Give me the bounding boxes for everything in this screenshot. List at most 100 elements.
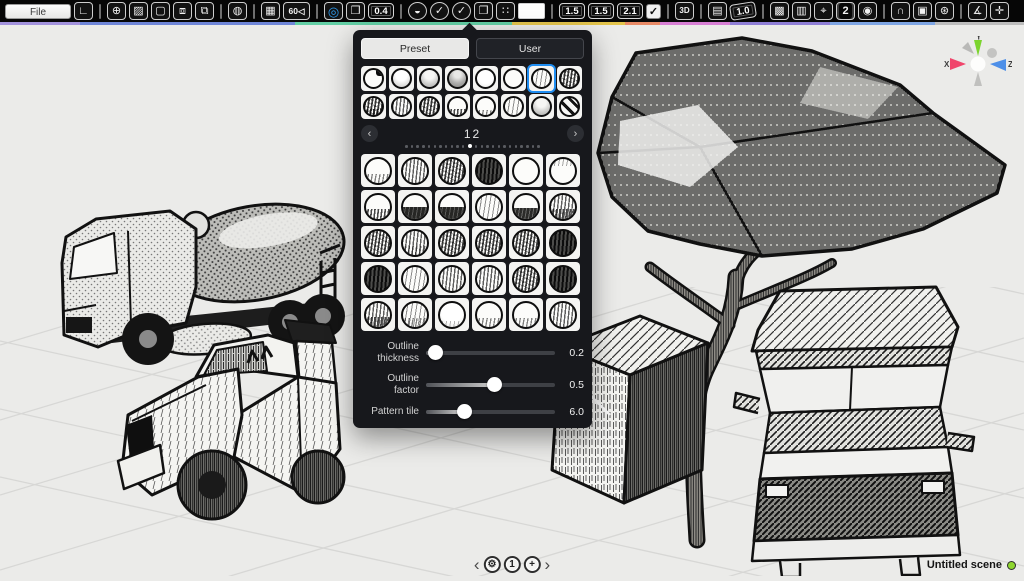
bevel-value-field[interactable]: 0.4 <box>368 3 394 19</box>
scene-settings-button[interactable]: ⚙ <box>484 556 501 573</box>
material-variant-swatch[interactable] <box>509 262 543 295</box>
page-dot[interactable] <box>475 145 478 148</box>
grid-display-icon[interactable]: ▦ <box>261 2 280 20</box>
draw-surface-icon[interactable]: ▨ <box>129 2 148 20</box>
tab-user[interactable]: User <box>476 38 584 59</box>
scene-add-button[interactable]: + <box>524 556 541 573</box>
image-export-icon[interactable]: ▣ <box>913 2 932 20</box>
page-dot[interactable] <box>416 145 419 148</box>
axis-x-cone[interactable] <box>950 58 966 70</box>
material-variant-swatch[interactable] <box>361 190 395 223</box>
material-variant-swatch[interactable] <box>398 154 432 187</box>
material-variant-swatch[interactable] <box>435 226 469 259</box>
material-variant-swatch[interactable] <box>361 226 395 259</box>
fullscreen-icon[interactable]: ✛ <box>990 2 1009 20</box>
material-variant-swatch[interactable] <box>509 226 543 259</box>
page-dot[interactable] <box>428 145 431 148</box>
page-dot[interactable] <box>498 145 501 148</box>
plot-axes-icon[interactable]: ∟ <box>74 2 93 20</box>
page-dot[interactable] <box>411 145 414 148</box>
cube-view-icon[interactable]: ❒ <box>346 2 365 20</box>
material-category-swatch[interactable] <box>501 94 526 119</box>
material-variant-swatch[interactable] <box>361 298 395 331</box>
material-variant-swatch[interactable] <box>509 298 543 331</box>
material-category-swatch[interactable] <box>529 94 554 119</box>
clipboard-3d-icon[interactable]: 3D <box>675 2 694 20</box>
page-dot[interactable] <box>492 145 495 148</box>
material-variant-swatch[interactable] <box>472 226 506 259</box>
material-variant-swatch[interactable] <box>509 190 543 223</box>
material-variant-swatch[interactable] <box>398 226 432 259</box>
page-dot[interactable] <box>468 144 472 148</box>
keyframe-grid-icon[interactable]: ▥ <box>792 2 811 20</box>
material-category-swatch[interactable] <box>557 94 582 119</box>
material-variant-swatch[interactable] <box>472 262 506 295</box>
page-dot[interactable] <box>537 145 540 148</box>
material-variant-swatch[interactable] <box>435 298 469 331</box>
page-dot[interactable] <box>439 145 442 148</box>
box-truck-object[interactable] <box>734 287 974 576</box>
material-variant-swatch[interactable] <box>472 154 506 187</box>
material-category-swatch[interactable] <box>389 66 414 91</box>
frame-counter-icon[interactable]: 2 <box>836 2 855 20</box>
line-width-field[interactable]: 1.5 <box>559 3 585 19</box>
material-variant-swatch[interactable] <box>546 262 580 295</box>
material-variant-swatch[interactable] <box>546 190 580 223</box>
file-menu-button[interactable]: File <box>5 4 71 19</box>
page-prev-button[interactable]: ‹ <box>361 125 378 142</box>
material-category-swatch[interactable] <box>529 66 554 91</box>
material-variant-swatch[interactable] <box>509 154 543 187</box>
page-dot[interactable] <box>456 145 459 148</box>
render-camera-icon[interactable]: ◉ <box>858 2 877 20</box>
material-variant-swatch[interactable] <box>361 262 395 295</box>
page-dot[interactable] <box>462 145 465 148</box>
material-category-swatch[interactable] <box>361 66 386 91</box>
smooth-check-icon[interactable]: ✓ <box>430 2 449 20</box>
library-icon[interactable]: ▤ <box>708 2 727 20</box>
page-dot[interactable] <box>445 145 448 148</box>
material-category-swatch[interactable] <box>473 94 498 119</box>
page-dot[interactable] <box>481 145 484 148</box>
line-scale-field[interactable]: 1.5 <box>588 3 614 19</box>
scene-page-indicator[interactable]: 1 <box>504 556 521 573</box>
material-category-swatch[interactable] <box>417 94 442 119</box>
material-category-swatch[interactable] <box>417 66 442 91</box>
page-dot[interactable] <box>520 145 523 148</box>
stats-icon[interactable]: ∡ <box>968 2 987 20</box>
page-dot[interactable] <box>405 145 408 148</box>
globe-icon[interactable]: ◍ <box>228 2 247 20</box>
motion-path-icon[interactable]: ⌖ <box>814 2 833 20</box>
lines-enabled-checkbox[interactable]: ✓ <box>646 4 661 19</box>
color-swatch-button[interactable] <box>518 3 545 19</box>
angle-threshold-button[interactable]: 60◁ <box>283 2 310 20</box>
audio-icon[interactable]: ∩ <box>891 2 910 20</box>
slider-knob[interactable] <box>487 377 502 392</box>
slider-track[interactable] <box>426 346 555 359</box>
axis-z-cone[interactable] <box>990 59 1006 71</box>
web-share-icon[interactable]: ⊛ <box>935 2 954 20</box>
page-dot[interactable] <box>451 145 454 148</box>
material-variant-swatch[interactable] <box>398 262 432 295</box>
page-dot[interactable] <box>434 145 437 148</box>
page-dot[interactable] <box>526 145 529 148</box>
axis-y-cone[interactable] <box>974 40 982 56</box>
slider-knob[interactable] <box>457 404 472 419</box>
page-dot[interactable] <box>422 145 425 148</box>
material-category-swatch[interactable] <box>445 94 470 119</box>
material-variant-swatch[interactable] <box>546 298 580 331</box>
page-dot[interactable] <box>509 145 512 148</box>
material-variant-swatch[interactable] <box>435 190 469 223</box>
material-variant-swatch[interactable] <box>546 226 580 259</box>
material-sphere-icon[interactable]: ◒ <box>408 2 427 20</box>
scene-prev-icon[interactable]: ‹ <box>473 556 481 573</box>
page-dot[interactable] <box>486 145 489 148</box>
material-category-swatch[interactable] <box>361 94 386 119</box>
slider-track[interactable] <box>426 405 555 418</box>
material-variant-swatch[interactable] <box>546 154 580 187</box>
material-variant-swatch[interactable] <box>435 262 469 295</box>
material-variant-swatch[interactable] <box>435 154 469 187</box>
scene-next-icon[interactable]: › <box>544 556 552 573</box>
material-variant-swatch[interactable] <box>472 190 506 223</box>
material-variant-swatch[interactable] <box>472 298 506 331</box>
lasso-select-icon[interactable]: ▢ <box>151 2 170 20</box>
